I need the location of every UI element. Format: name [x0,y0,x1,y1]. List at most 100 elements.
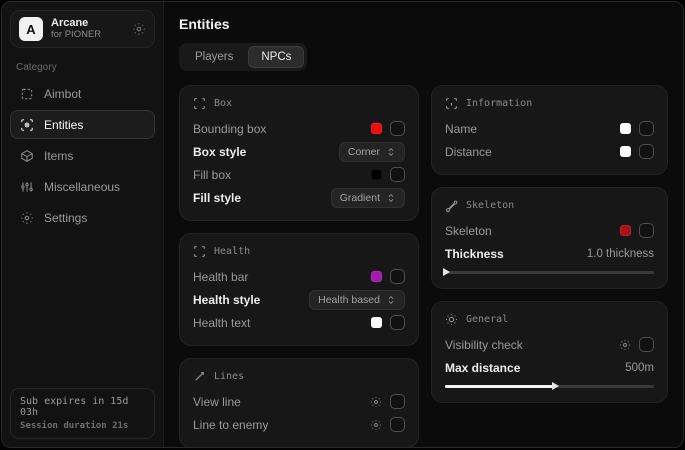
scan-info-icon [445,97,458,110]
checkbox[interactable] [390,121,405,136]
dropdown-value: Health based [318,294,380,306]
max-distance-slider[interactable] [445,382,654,391]
sidebar-item-label: Aimbot [44,87,81,101]
sidebar-item-aimbot[interactable]: Aimbot [10,79,155,108]
sidebar-item-label: Items [44,149,73,163]
setting-row: Fill box [193,163,405,186]
checkbox[interactable] [390,417,405,432]
package-icon [20,149,34,163]
bone-icon [445,199,458,212]
checkbox[interactable] [639,144,654,159]
setting-label: Name [445,122,477,136]
main-panel: Entities Players NPCs Box Bounding box [164,2,683,447]
scan-brackets-icon [193,245,206,258]
skeleton-card: Skeleton Skeleton Thickness 1.0 thicknes… [431,187,668,289]
category-label: Category [16,62,149,73]
tab-players[interactable]: Players [182,46,246,68]
card-title: Health [214,246,250,257]
sidebar-item-settings[interactable]: Settings [10,203,155,232]
gear-icon[interactable] [370,396,382,408]
sidebar-item-items[interactable]: Items [10,141,155,170]
color-swatch[interactable] [371,169,382,180]
brand-card: A Arcane for PIONER [10,10,155,48]
dropdown-value: Gradient [340,192,380,204]
slider-handle[interactable] [552,382,559,390]
slider-row: Thickness 1.0 thickness [445,242,654,265]
setting-row: Box style Corner [193,140,405,163]
slider-row: Max distance 500m [445,356,654,379]
box-style-dropdown[interactable]: Corner [339,142,405,162]
health-style-dropdown[interactable]: Health based [309,290,405,310]
color-swatch[interactable] [620,123,631,134]
health-card: Health Health bar Health style Health ba… [179,233,419,346]
information-card: Information Name Distance [431,85,668,175]
app-window: A Arcane for PIONER Category Aimbot [1,1,684,448]
gear-icon[interactable] [619,339,631,351]
fill-style-dropdown[interactable]: Gradient [331,188,405,208]
sun-icon [445,313,458,326]
sidebar-item-miscellaneous[interactable]: Miscellaneous [10,172,155,201]
setting-label: Fill box [193,168,231,182]
setting-label: Box style [193,145,246,159]
color-swatch[interactable] [371,123,382,134]
sidebar-nav: Aimbot Entities Items Miscellaneous [10,79,155,232]
session-duration-text: Session duration 21s [20,421,145,431]
setting-label: Thickness [445,247,504,261]
crosshair-box-icon [20,87,34,101]
setting-label: Distance [445,145,492,159]
chevrons-up-down-icon [386,193,396,203]
setting-label: Bounding box [193,122,266,136]
checkbox[interactable] [390,315,405,330]
box-card: Box Bounding box Box style Corner [179,85,419,221]
setting-row: Distance [445,140,654,163]
card-title: Lines [214,371,244,382]
card-title: Skeleton [466,200,514,211]
checkbox[interactable] [390,269,405,284]
setting-row: Bounding box [193,117,405,140]
sliders-icon [20,180,34,194]
checkbox[interactable] [639,121,654,136]
general-card: General Visibility check Max distance [431,301,668,403]
gear-icon[interactable] [132,22,146,36]
tab-bar: Players NPCs [179,43,307,71]
color-swatch[interactable] [620,225,631,236]
sidebar: A Arcane for PIONER Category Aimbot [2,2,164,447]
gear-icon[interactable] [370,419,382,431]
setting-label: Health bar [193,270,248,284]
setting-row: Visibility check [445,333,654,356]
setting-row: View line [193,390,405,413]
slider-value: 1.0 thickness [587,248,654,260]
tab-npcs[interactable]: NPCs [248,46,304,68]
chevrons-up-down-icon [386,295,396,305]
setting-row: Health style Health based [193,288,405,311]
slider-value: 500m [625,362,654,374]
scan-eye-icon [20,118,34,132]
checkbox[interactable] [639,337,654,352]
thickness-slider[interactable] [445,268,654,277]
sidebar-item-label: Settings [44,211,87,225]
sidebar-item-label: Entities [44,118,83,132]
app-subtitle: for PIONER [51,30,101,41]
checkbox[interactable] [639,223,654,238]
color-swatch[interactable] [371,317,382,328]
dropdown-value: Corner [348,146,380,158]
app-logo: A [19,17,43,41]
setting-label: Health style [193,293,260,307]
sidebar-item-entities[interactable]: Entities [10,110,155,139]
checkbox[interactable] [390,167,405,182]
setting-row: Skeleton [445,219,654,242]
checkbox[interactable] [390,394,405,409]
setting-row: Health text [193,311,405,334]
color-swatch[interactable] [620,146,631,157]
setting-row: Fill style Gradient [193,186,405,209]
chevrons-up-down-icon [386,147,396,157]
color-swatch[interactable] [371,271,382,282]
setting-label: Fill style [193,191,241,205]
slider-handle[interactable] [443,268,450,276]
sub-expiry-text: Sub expires in 15d 03h [20,396,145,418]
diagonal-line-icon [193,370,206,383]
setting-label: Health text [193,316,250,330]
setting-row: Health bar [193,265,405,288]
app-name: Arcane [51,17,101,30]
setting-label: Skeleton [445,224,492,238]
